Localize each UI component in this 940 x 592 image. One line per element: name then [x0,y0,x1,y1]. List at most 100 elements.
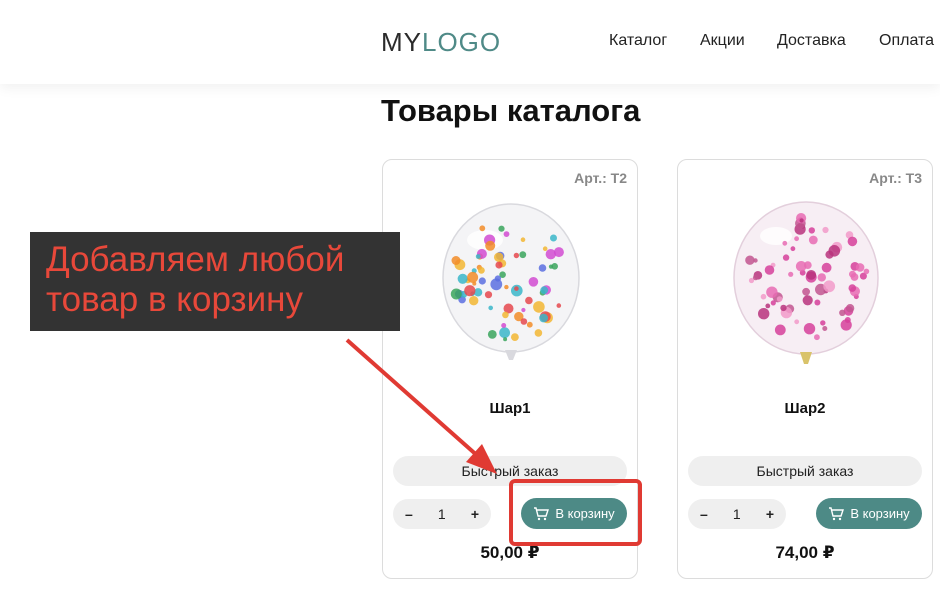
confetti-dot [848,284,857,292]
qty-plus-button[interactable]: + [471,506,479,522]
confetti-dot [839,309,846,316]
logo-text-my: MY [381,27,422,57]
confetti-dot [776,296,783,302]
confetti-dot [519,251,527,259]
confetti-dot [850,273,859,281]
qty-value[interactable]: 1 [438,506,446,522]
add-to-cart-button[interactable]: В корзину [816,498,922,529]
confetti-dot [503,231,510,237]
confetti-dot [533,301,545,313]
confetti-dot [745,255,755,265]
confetti-dot [488,305,493,311]
confetti-dot [479,225,486,232]
product-price: 50,00 ₽ [480,543,540,562]
nav-item-catalog[interactable]: Каталог [609,32,667,50]
confetti-dot [542,246,548,251]
confetti-dot [528,277,539,287]
confetti-dot [758,308,770,320]
confetti-dot [467,271,479,283]
annotation-line-2: товар в корзину [46,280,303,319]
product-image[interactable] [423,200,599,380]
confetti-dot [457,273,468,284]
product-image[interactable] [718,200,894,380]
confetti-dot [478,277,486,285]
confetti-dot [820,320,826,326]
confetti-dot [464,285,476,297]
annotation-callout: Добавляем любой товар в корзину [30,232,400,331]
page-title: Товары каталога [381,93,641,128]
confetti-dot [790,246,796,252]
confetti-dot [806,270,817,280]
nav-item-payment[interactable]: Оплата [879,32,934,50]
confetti-dot [545,249,556,260]
confetti-dot [803,261,812,269]
confetti-dot [513,252,520,259]
site-header: MYLOGO Каталог Акции Доставка Оплата [0,0,940,84]
confetti-dot [484,291,493,299]
confetti-dot [814,299,821,306]
product-name[interactable]: Шар2 [678,400,932,417]
confetti-dot [475,254,481,259]
confetti-dot [469,296,479,306]
confetti-dot [825,250,834,259]
nav-item-delivery[interactable]: Доставка [777,32,846,50]
confetti-dot [802,287,810,296]
confetti-dot [490,278,503,291]
confetti-dot [511,333,519,341]
confetti-dot [788,271,794,277]
quick-order-button[interactable]: Быстрый заказ [688,456,922,486]
product-card: Арт.: Т3 Шар2 Быстрый заказ – 1 + В корз… [677,159,933,579]
confetti-dot [808,227,815,234]
confetti-dot [774,324,786,336]
confetti-dot [822,226,829,234]
confetti-dot [503,337,508,342]
annotation-line-1: Добавляем любой [46,240,345,279]
annotation-highlight-box [509,479,642,546]
confetti-dot [821,262,832,273]
confetti-dot [504,284,509,290]
confetti-dot [451,256,461,265]
confetti-dot [808,235,818,245]
confetti-dot [814,334,820,341]
confetti-dot [764,265,775,275]
product-price: 74,00 ₽ [775,543,835,562]
confetti-dot [487,330,497,339]
logo[interactable]: MYLOGO [381,27,501,57]
confetti-dot [498,225,505,232]
confetti-dot [765,303,771,309]
qty-minus-button[interactable]: – [405,506,413,522]
confetti-dot [502,311,509,319]
confetti-dot [526,321,533,328]
confetti-dot [550,234,557,242]
confetti-dot [794,319,800,325]
quantity-stepper: – 1 + [688,499,786,529]
nav-item-promotions[interactable]: Акции [700,32,745,50]
qty-value[interactable]: 1 [733,506,741,522]
confetti-dot [766,286,778,298]
confetti-dot [494,252,504,262]
confetti-dot [799,218,804,223]
confetti-dot [863,268,870,275]
confetti-dot [855,263,865,272]
confetti-dot [802,295,813,306]
product-name[interactable]: Шар1 [383,400,637,417]
quantity-stepper: – 1 + [393,499,491,529]
confetti-dot [525,296,533,305]
confetti-dot [753,258,758,263]
confetti-dot [485,240,496,251]
confetti-dot [538,264,547,272]
confetti-dot [782,240,788,246]
confetti-dot [817,273,826,282]
confetti-dot [823,280,836,293]
confetti-dot [534,329,543,337]
qty-minus-button[interactable]: – [700,506,708,522]
confetti-dot [760,293,767,300]
qty-plus-button[interactable]: + [766,506,774,522]
confetti-dot [794,236,799,242]
confetti-dot [556,303,562,308]
confetti-dot [450,288,462,300]
confetti-dot [501,323,507,328]
confetti-dot [803,323,816,335]
confetti-dot [551,263,558,270]
confetti-dot [540,286,549,295]
